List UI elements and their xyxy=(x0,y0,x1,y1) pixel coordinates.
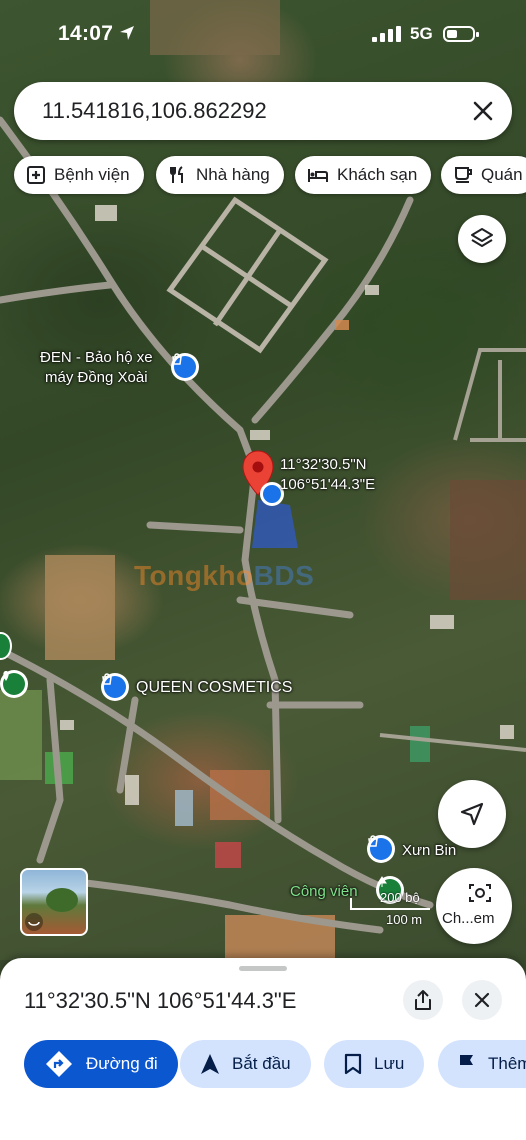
share-button[interactable] xyxy=(403,980,443,1020)
flag-icon xyxy=(458,1053,476,1075)
explore-label: Ch...em xyxy=(442,910,495,927)
chip-hospital-label: Bệnh viện xyxy=(54,165,130,184)
battery-icon xyxy=(443,26,479,42)
pin-coordinates-label: 11°32'30.5"N 106°51'44.3"E xyxy=(280,455,375,495)
cafe-icon xyxy=(453,165,473,185)
hotel-icon xyxy=(307,165,329,185)
save-label: Lưu xyxy=(374,1054,405,1073)
search-bar[interactable] xyxy=(14,82,512,140)
poi-park-label[interactable]: Công viên xyxy=(290,882,358,902)
directions-icon xyxy=(44,1049,74,1079)
scale-top: 200 bộ xyxy=(380,890,420,905)
chip-restaurant[interactable]: Nhà hàng xyxy=(156,156,284,194)
pin-lat: 11°32'30.5"N xyxy=(280,456,367,473)
directions-button[interactable]: Đường đi xyxy=(24,1040,178,1088)
more-button[interactable]: Thêm xyxy=(438,1040,526,1088)
poi-den-line2: máy Đồng Xoài xyxy=(45,369,148,386)
navigation-icon xyxy=(200,1053,220,1075)
shopping-bag-icon[interactable] xyxy=(171,353,199,381)
street-view-thumbnail[interactable] xyxy=(20,868,88,936)
my-location-button[interactable] xyxy=(438,780,506,848)
start-button[interactable]: Bắt đầu xyxy=(180,1040,311,1088)
signal-icon xyxy=(372,26,401,42)
status-bar: 14:07 5G xyxy=(0,0,526,70)
location-arrow-icon xyxy=(120,26,134,40)
explore-button[interactable]: Ch...em xyxy=(436,868,512,944)
share-icon xyxy=(415,990,431,1010)
park-icon[interactable] xyxy=(0,670,28,698)
shopping-bag-icon[interactable] xyxy=(101,673,129,701)
bottom-sheet[interactable]: 11°32'30.5"N 106°51'44.3"E Đường đi Bắt … xyxy=(0,958,526,1140)
camera-lens-icon xyxy=(469,884,491,902)
chip-hotel[interactable]: Khách sạn xyxy=(295,156,432,194)
watermark: TongkhoBDS xyxy=(134,560,314,592)
hospital-icon xyxy=(26,165,46,185)
chip-hotel-label: Khách sạn xyxy=(337,165,418,184)
poi-queen-label[interactable]: QUEEN COSMETICS xyxy=(136,678,292,698)
layers-button[interactable] xyxy=(458,215,506,263)
place-coordinates-title: 11°32'30.5"N 106°51'44.3"E xyxy=(24,988,297,1013)
chip-cafe-label: Quán xyxy=(481,165,523,184)
chip-cafe[interactable]: Quán xyxy=(441,156,526,194)
poi-den-label[interactable]: ĐEN - Bảo hộ xe máy Đồng Xoài xyxy=(40,348,153,388)
save-button[interactable]: Lưu xyxy=(324,1040,425,1088)
start-label: Bắt đầu xyxy=(232,1054,291,1073)
chip-hospital[interactable]: Bệnh viện xyxy=(14,156,144,194)
poi-den-line1: ĐEN - Bảo hộ xe xyxy=(40,349,153,366)
drag-handle[interactable] xyxy=(239,966,287,971)
close-sheet-button[interactable] xyxy=(462,980,502,1020)
bookmark-icon xyxy=(344,1053,362,1075)
close-icon[interactable] xyxy=(470,98,496,124)
status-time: 14:07 xyxy=(58,22,114,45)
watermark-part1: Tongkho xyxy=(134,560,254,591)
chip-restaurant-label: Nhà hàng xyxy=(196,165,270,184)
poi-xun-label[interactable]: Xưn Bin xyxy=(402,841,456,861)
scale-bottom: 100 m xyxy=(386,912,423,927)
search-input[interactable] xyxy=(42,98,442,124)
network-type: 5G xyxy=(410,24,433,43)
pin-lng: 106°51'44.3"E xyxy=(280,476,376,493)
watermark-part2: BDS xyxy=(253,560,315,591)
shopping-bag-icon[interactable] xyxy=(367,835,395,863)
directions-label: Đường đi xyxy=(86,1054,158,1073)
layers-icon xyxy=(471,228,493,247)
restaurant-icon xyxy=(168,165,188,185)
close-icon xyxy=(474,992,490,1008)
map-scale: 200 bộ 100 m xyxy=(350,890,434,930)
navigation-arrow-icon xyxy=(460,802,484,826)
more-label: Thêm xyxy=(488,1054,526,1073)
